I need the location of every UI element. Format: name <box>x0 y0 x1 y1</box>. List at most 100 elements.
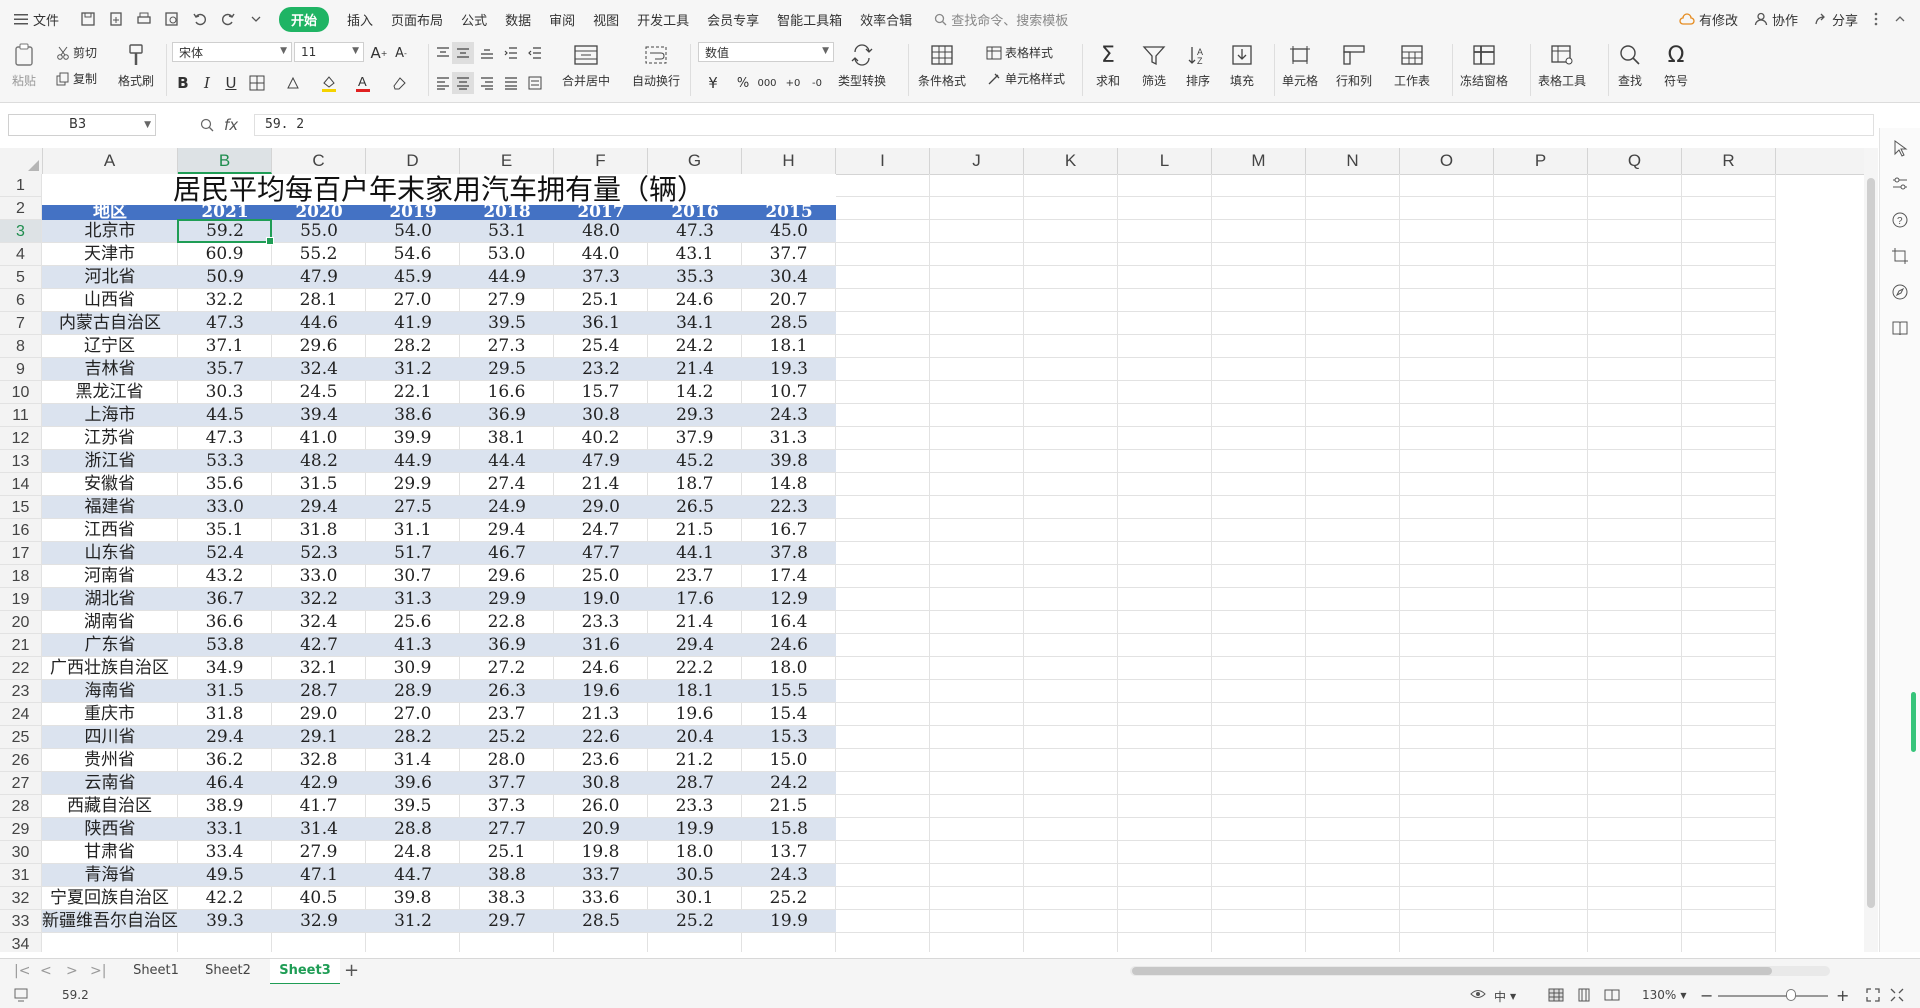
cut-button[interactable]: 剪切 <box>56 44 97 61</box>
column-header-e[interactable]: E <box>460 148 554 174</box>
region-cell[interactable]: 新疆维吾尔自治区 <box>42 910 178 932</box>
value-cell[interactable]: 47.9 <box>554 450 648 472</box>
row-header-27[interactable]: 27 <box>0 772 42 795</box>
sort-button[interactable]: AZ 排序 <box>1184 42 1212 89</box>
type-convert-button[interactable]: 类型转换 <box>838 42 886 89</box>
value-cell[interactable]: 24.2 <box>742 772 836 794</box>
value-cell[interactable]: 26.5 <box>648 496 742 518</box>
value-cell[interactable]: 39.3 <box>178 910 272 932</box>
value-cell[interactable]: 32.4 <box>272 611 365 633</box>
value-cell[interactable]: 36.6 <box>178 611 271 633</box>
value-cell[interactable]: 31.3 <box>366 588 460 610</box>
compass-icon[interactable] <box>1890 282 1910 302</box>
tab-smart-toolbox[interactable]: 智能工具箱 <box>777 10 842 29</box>
value-cell[interactable]: 15.4 <box>742 703 835 725</box>
vertical-scroll-thumb[interactable] <box>1867 178 1875 908</box>
value-cell[interactable]: 28.7 <box>272 680 366 702</box>
crop-icon[interactable] <box>1890 246 1910 266</box>
row-header-32[interactable]: 32 <box>0 887 42 910</box>
value-cell[interactable]: 21.4 <box>648 358 742 380</box>
save-icon[interactable] <box>79 10 97 28</box>
header-cell-year[interactable]: 2019 <box>366 205 460 220</box>
thousands-separator-icon[interactable]: 000 <box>756 72 778 94</box>
value-cell[interactable]: 16.7 <box>742 519 835 541</box>
next-sheet-icon[interactable]: > <box>66 963 78 979</box>
distributed-icon[interactable] <box>524 72 546 94</box>
value-cell[interactable]: 27.0 <box>366 703 459 725</box>
print-icon[interactable] <box>135 10 153 28</box>
value-cell[interactable]: 53.1 <box>460 220 554 242</box>
value-cell[interactable]: 39.8 <box>742 450 836 472</box>
macro-record-icon[interactable] <box>14 988 30 1002</box>
value-cell[interactable]: 34.9 <box>178 657 271 679</box>
value-cell[interactable]: 13.7 <box>742 841 835 863</box>
value-cell[interactable]: 19.9 <box>648 818 742 840</box>
value-cell[interactable]: 29.6 <box>272 335 365 357</box>
value-cell[interactable]: 31.1 <box>366 519 459 541</box>
header-cell-year[interactable]: 2018 <box>460 205 554 220</box>
share-button[interactable]: 分享 <box>1814 10 1858 29</box>
percent-icon[interactable]: % <box>732 72 754 94</box>
value-cell[interactable]: 25.2 <box>742 887 835 909</box>
value-cell[interactable]: 31.5 <box>178 680 272 702</box>
value-cell[interactable]: 35.7 <box>178 358 272 380</box>
value-cell[interactable]: 30.7 <box>366 565 459 587</box>
align-left-icon[interactable] <box>432 72 454 94</box>
value-cell[interactable]: 29.3 <box>648 404 742 426</box>
value-cell[interactable]: 28.2 <box>366 726 460 748</box>
value-cell[interactable]: 41.3 <box>366 634 460 656</box>
value-cell[interactable]: 55.2 <box>272 243 365 265</box>
value-cell[interactable]: 22.1 <box>366 381 459 403</box>
row-header-31[interactable]: 31 <box>0 864 42 887</box>
value-cell[interactable]: 53.8 <box>178 634 272 656</box>
value-cell[interactable]: 50.9 <box>178 266 272 288</box>
value-cell[interactable]: 28.7 <box>648 772 742 794</box>
value-cell[interactable]: 15.8 <box>742 818 836 840</box>
more-options-icon[interactable] <box>1874 12 1878 26</box>
collaborate-button[interactable]: 协作 <box>1754 10 1798 29</box>
row-header-13[interactable]: 13 <box>0 450 42 473</box>
value-cell[interactable]: 39.4 <box>272 404 366 426</box>
number-format-select[interactable]: 数值 ▼ <box>698 42 834 62</box>
value-cell[interactable]: 23.6 <box>554 749 647 771</box>
column-header-b[interactable]: B <box>178 148 272 174</box>
row-header-9[interactable]: 9 <box>0 358 42 381</box>
sheet-tab-sheet1[interactable]: Sheet1 <box>124 959 188 983</box>
value-cell[interactable]: 21.4 <box>554 473 647 495</box>
value-cell[interactable]: 14.2 <box>648 381 741 403</box>
eye-protection-icon[interactable] <box>1470 988 1486 1000</box>
value-cell[interactable]: 39.5 <box>460 312 554 334</box>
value-cell[interactable]: 22.3 <box>742 496 836 518</box>
worksheet-button[interactable]: 工作表 <box>1394 42 1430 89</box>
value-cell[interactable]: 29.7 <box>460 910 554 932</box>
value-cell[interactable]: 12.9 <box>742 588 836 610</box>
value-cell[interactable]: 54.6 <box>366 243 459 265</box>
row-header-18[interactable]: 18 <box>0 565 42 588</box>
value-cell[interactable]: 27.9 <box>460 289 553 311</box>
cursor-select-icon[interactable] <box>1890 138 1910 158</box>
fill-button[interactable]: 填充 <box>1228 42 1256 89</box>
value-cell[interactable]: 40.2 <box>554 427 647 449</box>
value-cell[interactable]: 31.6 <box>554 634 648 656</box>
column-header-c[interactable]: C <box>272 148 366 174</box>
tab-efficiency[interactable]: 效率合辑 <box>860 10 912 29</box>
increase-decimal-icon[interactable]: +0 <box>782 72 804 94</box>
value-cell[interactable]: 52.4 <box>178 542 272 564</box>
value-cell[interactable]: 44.9 <box>366 450 460 472</box>
value-cell[interactable]: 32.4 <box>272 358 366 380</box>
value-cell[interactable]: 29.4 <box>648 634 742 656</box>
row-header-33[interactable]: 33 <box>0 910 42 933</box>
prev-sheet-icon[interactable]: < <box>40 963 52 979</box>
value-cell[interactable]: 35.1 <box>178 519 271 541</box>
value-cell[interactable]: 19.6 <box>554 680 648 702</box>
region-cell[interactable]: 湖南省 <box>42 611 177 633</box>
value-cell[interactable]: 37.3 <box>460 795 553 817</box>
column-header-f[interactable]: F <box>554 148 648 174</box>
value-cell[interactable]: 55.0 <box>272 220 366 242</box>
copy-button[interactable]: 复制 <box>56 70 97 87</box>
value-cell[interactable]: 30.8 <box>554 404 648 426</box>
value-cell[interactable]: 29.5 <box>460 358 554 380</box>
value-cell[interactable]: 27.0 <box>366 289 459 311</box>
region-cell[interactable]: 福建省 <box>42 496 178 518</box>
value-cell[interactable]: 36.1 <box>554 312 648 334</box>
